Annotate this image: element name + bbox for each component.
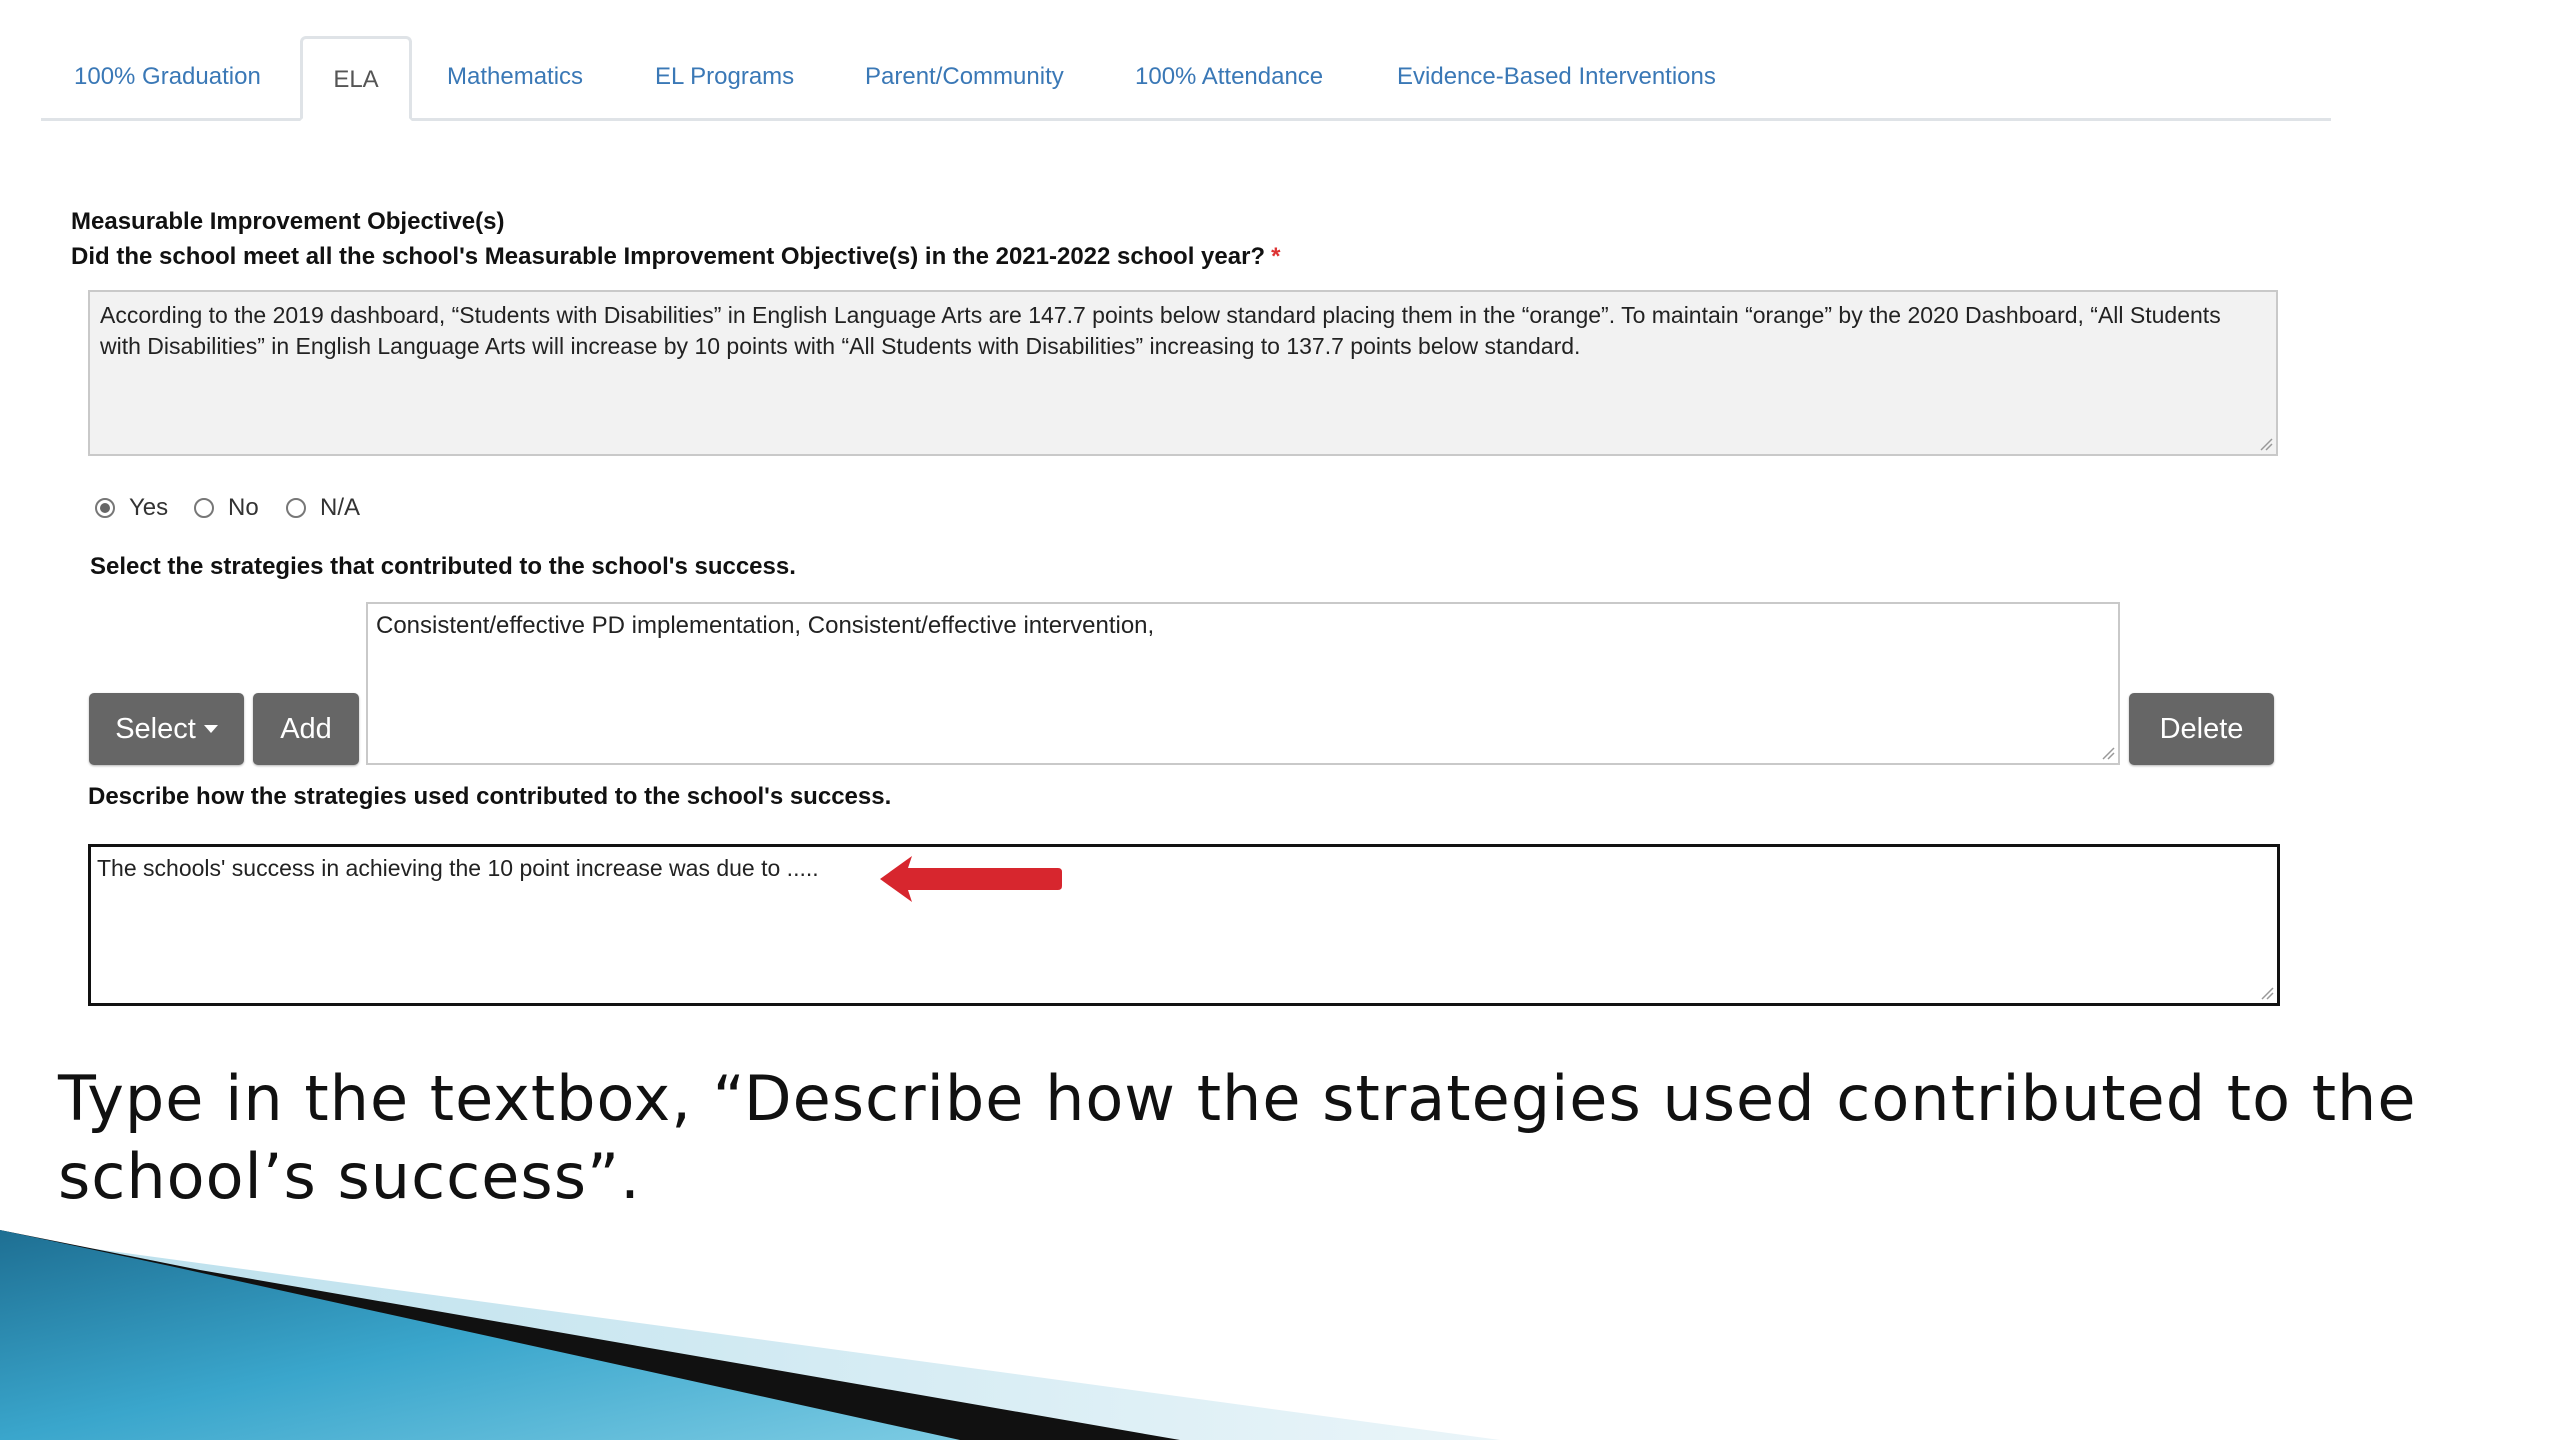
objective-question: Did the school meet all the school's Mea… (71, 243, 1280, 271)
describe-label: Describe how the strategies used contrib… (88, 783, 892, 810)
selected-strategies-text: Consistent/effective PD implementation, … (376, 612, 1155, 639)
radio-yes[interactable]: Yes (95, 490, 168, 526)
tab-evidence-based-interventions[interactable]: Evidence-Based Interventions (1397, 36, 1716, 118)
objective-question-text: Did the school meet all the school's Mea… (71, 243, 1266, 270)
resize-grip-icon[interactable] (2099, 744, 2115, 760)
radio-yes-button[interactable] (95, 498, 115, 518)
radio-yes-label: Yes (129, 494, 169, 521)
add-strategy-button[interactable]: Add (253, 693, 359, 765)
required-marker: * (1271, 243, 1281, 270)
describe-text: The schools' success in achieving the 10… (97, 855, 819, 881)
objective-text: According to the 2019 dashboard, “Studen… (100, 302, 2221, 359)
tab-bar: 100% Graduation ELA Mathematics EL Progr… (41, 36, 2331, 121)
select-button-label: Select (115, 712, 196, 745)
red-arrow-icon (880, 856, 1062, 902)
tab-mathematics[interactable]: Mathematics (447, 36, 583, 118)
tab-100-graduation[interactable]: 100% Graduation (74, 36, 261, 118)
describe-textarea[interactable]: The schools' success in achieving the 10… (88, 844, 2280, 1006)
selected-strategies-box[interactable]: Consistent/effective PD implementation, … (366, 602, 2120, 765)
strategies-label: Select the strategies that contributed t… (90, 553, 796, 580)
radio-na[interactable]: N/A (286, 490, 360, 526)
resize-grip-icon[interactable] (2258, 984, 2274, 1000)
radio-no[interactable]: No (194, 490, 259, 526)
caret-down-icon (203, 725, 218, 733)
slide-decoration (0, 1230, 1500, 1440)
tab-el-programs[interactable]: EL Programs (655, 36, 794, 118)
objective-heading: Measurable Improvement Objective(s) (71, 208, 505, 235)
radio-na-button[interactable] (286, 498, 306, 518)
tab-100-attendance[interactable]: 100% Attendance (1135, 36, 1323, 118)
select-strategy-button[interactable]: Select (89, 693, 244, 765)
resize-grip-icon[interactable] (2257, 435, 2273, 451)
tab-parent-community[interactable]: Parent/Community (865, 36, 1064, 118)
instruction-caption: Type in the textbox, “Describe how the s… (58, 1062, 2417, 1213)
radio-na-label: N/A (320, 494, 361, 521)
radio-no-label: No (228, 494, 259, 521)
tab-ela[interactable]: ELA (300, 36, 412, 121)
objective-textarea[interactable]: According to the 2019 dashboard, “Studen… (88, 290, 2278, 456)
delete-strategy-button[interactable]: Delete (2129, 693, 2274, 765)
radio-no-button[interactable] (194, 498, 214, 518)
